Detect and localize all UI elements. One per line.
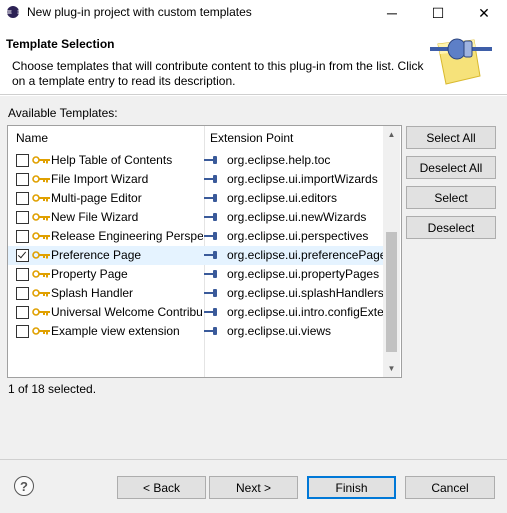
template-name: Multi-page Editor [51,191,142,205]
column-header-name[interactable]: Name [16,126,48,150]
select-button[interactable]: Select [406,186,496,209]
row-checkbox[interactable] [16,211,29,224]
key-icon [32,327,50,335]
select-all-button[interactable]: Select All [406,126,496,149]
table-row[interactable]: Release Engineering Perspective org.eclip… [8,227,383,246]
plug-icon [204,194,217,202]
extension-point: org.eclipse.help.toc [227,153,331,167]
page-title: Template Selection [6,37,115,51]
scroll-down-arrow-icon[interactable]: ▼ [383,360,400,377]
help-icon[interactable]: ? [14,476,34,496]
footer-separator [0,459,507,460]
table-row[interactable]: Universal Welcome Contribution org.eclips… [8,303,383,322]
plug-icon [204,308,217,316]
deselect-all-button[interactable]: Deselect All [406,156,496,179]
plug-icon [204,232,217,240]
templates-table[interactable]: Name Extension Point Help Table of Conte… [7,125,402,378]
minimize-button[interactable]: ─ [369,0,415,26]
extension-point: org.eclipse.ui.importWizards [227,172,378,186]
vertical-scrollbar[interactable]: ▲ ▼ [383,126,400,377]
template-name: Universal Welcome Contribution [51,305,203,319]
maximize-button[interactable]: ☐ [415,0,461,26]
title-bar: New plug-in project with custom template… [0,0,507,26]
scroll-up-arrow-icon[interactable]: ▲ [383,126,400,143]
table-row[interactable]: Example view extension org.eclipse.ui.vie… [8,322,383,341]
close-button[interactable]: ✕ [461,0,507,26]
plug-icon [204,270,217,278]
key-icon [32,213,50,221]
key-icon [32,232,50,240]
table-row[interactable]: Help Table of Contents org.eclipse.help.t… [8,151,383,170]
page-description: Choose templates that will contribute co… [12,59,424,88]
row-checkbox[interactable] [16,306,29,319]
eclipse-icon [7,6,19,18]
row-checkbox[interactable] [16,268,29,281]
back-button[interactable]: < Back [117,476,206,499]
plug-icon [204,213,217,221]
table-row[interactable]: Splash Handler org.eclipse.ui.splashHandl… [8,284,383,303]
row-checkbox[interactable] [16,154,29,167]
row-checkbox[interactable] [16,192,29,205]
key-icon [32,289,50,297]
template-name: Splash Handler [51,286,134,300]
plug-icon [204,175,217,183]
extension-point: org.eclipse.ui.newWizards [227,210,367,224]
template-name: Example view extension [51,324,180,338]
template-name: Help Table of Contents [51,153,173,167]
extension-point: org.eclipse.ui.preferencePages [227,248,383,262]
template-name: File Import Wizard [51,172,149,186]
table-row[interactable]: New File Wizard org.eclipse.ui.newWizards [8,208,383,227]
row-checkbox[interactable] [16,249,29,262]
plugin-wizard-icon [430,38,492,85]
header-separator [0,95,507,96]
extension-point: org.eclipse.ui.editors [227,191,338,205]
table-row[interactable]: Preference Page org.eclipse.ui.preference… [8,246,383,265]
template-name: Property Page [51,267,128,281]
extension-point: org.eclipse.ui.intro.configExtension [227,305,383,319]
finish-button[interactable]: Finish [307,476,396,499]
key-icon [32,156,50,164]
row-checkbox[interactable] [16,287,29,300]
table-row[interactable]: Property Page org.eclipse.ui.propertyPage… [8,265,383,284]
template-name: Release Engineering Perspective [51,229,203,243]
key-icon [32,175,50,183]
extension-point: org.eclipse.ui.splashHandlers [227,286,383,300]
plug-icon [204,327,217,335]
available-templates-label: Available Templates: [8,106,118,120]
table-row[interactable]: Multi-page Editor org.eclipse.ui.editors [8,189,383,208]
key-icon [32,270,50,278]
scrollbar-thumb[interactable] [386,232,397,352]
key-icon [32,251,50,259]
row-checkbox[interactable] [16,325,29,338]
plug-icon [204,289,217,297]
extension-point: org.eclipse.ui.views [227,324,332,338]
extension-point: org.eclipse.ui.perspectives [227,229,369,243]
extension-point: org.eclipse.ui.propertyPages [227,267,380,281]
row-checkbox[interactable] [16,173,29,186]
key-icon [32,308,50,316]
selection-status: 1 of 18 selected. [8,382,97,396]
deselect-button[interactable]: Deselect [406,216,496,239]
row-checkbox[interactable] [16,230,29,243]
template-name: Preference Page [51,248,142,262]
plug-icon [204,156,217,164]
cancel-button[interactable]: Cancel [405,476,495,499]
next-button[interactable]: Next > [209,476,298,499]
key-icon [32,194,50,202]
column-header-extension-point[interactable]: Extension Point [210,126,293,150]
template-name: New File Wizard [51,210,139,224]
window-title: New plug-in project with custom template… [27,5,252,19]
table-row[interactable]: File Import Wizard org.eclipse.ui.importW… [8,170,383,189]
plug-icon [204,251,217,259]
wizard-header: Template Selection Choose templates that… [0,26,507,95]
